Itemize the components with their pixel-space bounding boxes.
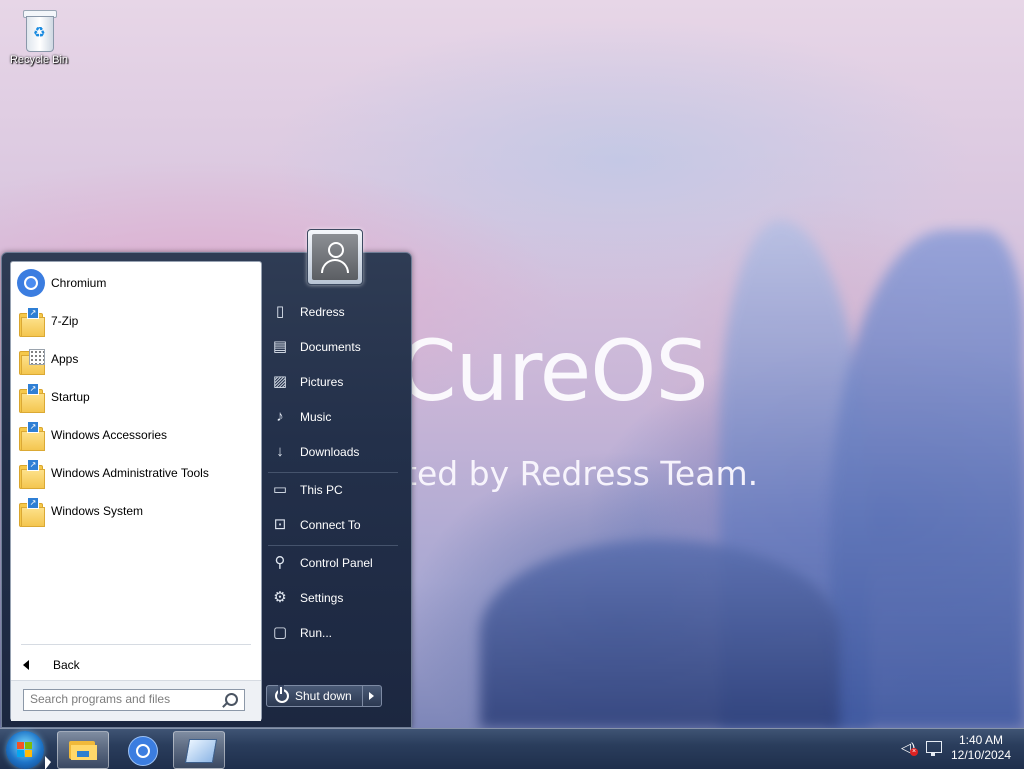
search-input[interactable] [24, 690, 220, 708]
right-item-label: Connect To [300, 518, 361, 532]
program-label: Chromium [51, 276, 107, 290]
start-menu: Chromium ↗ 7-Zip Apps ↗ Startup ↗ Window… [1, 252, 412, 728]
right-item-redress[interactable]: ▯ Redress [264, 297, 402, 327]
back-button[interactable]: Back [19, 652, 255, 678]
right-item-settings[interactable]: ⚙ Settings [264, 583, 402, 613]
right-item-label: Settings [300, 591, 344, 605]
folder-shortcut-icon: ↗ [15, 457, 47, 489]
taskbar-file-explorer[interactable] [57, 731, 109, 769]
network-icon[interactable] [926, 741, 942, 756]
program-item-apps[interactable]: Apps [15, 342, 257, 376]
folder-shortcut-icon: ↗ [15, 419, 47, 451]
right-item-connect-to[interactable]: ⊡ Connect To [264, 510, 402, 540]
program-label: Windows Accessories [51, 428, 168, 442]
right-item-this-pc[interactable]: ▭ This PC [264, 475, 402, 505]
right-item-label: Music [300, 410, 332, 424]
control-panel-icon: ⚲ [274, 554, 286, 571]
power-icon [275, 687, 289, 703]
music-icon: ♪ [276, 408, 284, 425]
settings-gear-icon: ⚙ [273, 589, 287, 606]
right-item-control-panel[interactable]: ⚲ Control Panel [264, 548, 402, 578]
program-item-windows-administrative-tools[interactable]: ↗ Windows Administrative Tools [15, 456, 257, 490]
program-item-chromium[interactable]: Chromium [15, 266, 257, 300]
right-item-documents[interactable]: ▤ Documents [264, 332, 402, 362]
right-item-label: Run... [300, 626, 333, 640]
divider [21, 644, 251, 645]
search-icon[interactable] [225, 693, 238, 706]
right-item-label: Pictures [300, 375, 344, 389]
clock-date: 12/10/2024 [950, 748, 1012, 762]
wallpaper-subtitle: ted by Redress Team. [404, 454, 759, 493]
wallpaper-mountain [830, 230, 1024, 728]
mute-indicator-icon: × [910, 748, 918, 756]
shutdown-options-arrow[interactable] [362, 686, 381, 706]
taskbar-chromium[interactable] [115, 731, 165, 767]
search-area [11, 680, 261, 721]
search-box[interactable] [23, 689, 245, 711]
program-label: 7-Zip [51, 314, 79, 328]
right-item-pictures[interactable]: ▨ Pictures [264, 367, 402, 397]
user-avatar[interactable] [307, 229, 363, 285]
documents-icon: ▤ [272, 338, 288, 355]
program-label: Windows Administrative Tools [51, 466, 209, 480]
wallpaper-title: CureOS [398, 322, 709, 420]
shutdown-label: Shut down [295, 689, 352, 703]
right-item-label: Documents [300, 340, 361, 354]
divider [268, 472, 398, 473]
desktop-icon-recycle-bin[interactable]: ♻ Recycle Bin [6, 8, 72, 66]
chromium-icon [15, 267, 47, 299]
wallpaper-mountain [480, 540, 840, 728]
folder-icon [69, 739, 97, 761]
back-arrow-icon [23, 660, 29, 670]
app-window-icon [184, 739, 218, 763]
right-item-label: This PC [300, 483, 343, 497]
program-item-startup[interactable]: ↗ Startup [15, 380, 257, 414]
desktop-icon-label: Recycle Bin [9, 54, 69, 66]
programs-pane: Chromium ↗ 7-Zip Apps ↗ Startup ↗ Window… [10, 261, 262, 721]
right-item-downloads[interactable]: ↓ Downloads [264, 437, 402, 467]
program-label: Apps [51, 352, 79, 366]
user-icon [312, 234, 358, 280]
taskbar-clock[interactable]: 1:40 AM 12/10/2024 [944, 733, 1018, 763]
folder-shortcut-icon: ↗ [15, 381, 47, 413]
program-item-7zip[interactable]: ↗ 7-Zip [15, 304, 257, 338]
pictures-icon: ▨ [272, 373, 288, 390]
taskbar-app[interactable] [173, 731, 225, 769]
windows-logo-icon [17, 742, 33, 758]
chromium-icon [128, 736, 158, 766]
shutdown-button[interactable]: Shut down [266, 685, 382, 707]
right-item-label: Control Panel [300, 556, 373, 570]
downloads-icon: ↓ [276, 443, 284, 460]
back-label: Back [53, 658, 80, 672]
right-item-label: Redress [300, 305, 345, 319]
apps-folder-icon [15, 343, 47, 375]
right-item-label: Downloads [300, 445, 360, 459]
folder-shortcut-icon: ↗ [15, 495, 47, 527]
user-folder-icon: ▯ [275, 303, 285, 320]
start-button[interactable] [6, 731, 44, 769]
program-item-windows-system[interactable]: ↗ Windows System [15, 494, 257, 528]
connect-icon: ⊡ [273, 516, 287, 533]
computer-icon: ▭ [272, 481, 288, 498]
divider [268, 545, 398, 546]
run-icon: ▢ [272, 624, 288, 641]
folder-shortcut-icon: ↗ [15, 305, 47, 337]
clock-time: 1:40 AM [958, 733, 1004, 747]
recycle-bin-icon: ♻ [21, 8, 57, 52]
program-item-windows-accessories[interactable]: ↗ Windows Accessories [15, 418, 257, 452]
right-item-run[interactable]: ▢ Run... [264, 618, 402, 648]
right-item-music[interactable]: ♪ Music [264, 402, 402, 432]
taskbar: ◁) × 1:40 AM 12/10/2024 [0, 728, 1024, 769]
program-label: Windows System [51, 504, 144, 518]
program-label: Startup [51, 390, 90, 404]
